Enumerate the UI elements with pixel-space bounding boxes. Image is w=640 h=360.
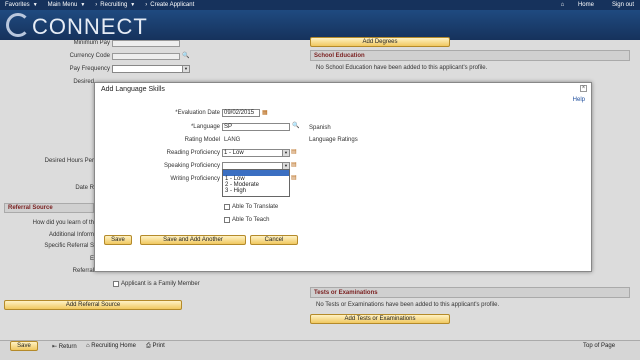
desired-hours-label: Desired Hours Per xyxy=(44,158,94,164)
minimum-pay-label: Minimum Pay xyxy=(73,40,110,46)
chevron-down-icon: ▼ xyxy=(130,2,136,8)
currency-code-input[interactable] xyxy=(112,53,180,60)
print-link[interactable]: ⎙ Print xyxy=(146,343,165,350)
speaking-proficiency-dropdown: 1 - Low 2 - Moderate 3 - High xyxy=(222,169,290,197)
home-icon: ⌂ xyxy=(86,343,90,349)
currency-code-label: Currency Code xyxy=(69,53,110,59)
recruiting-home-link[interactable]: ⌂ Recruiting Home xyxy=(86,343,136,349)
header-banner: CONNECT Maryland Judiciary xyxy=(0,10,640,44)
rating-model-value: LANG xyxy=(224,137,241,143)
no-tests-text: No Tests or Examinations have been added… xyxy=(316,302,500,308)
reading-proficiency-label: Reading Proficiency xyxy=(166,150,220,156)
reading-proficiency-select[interactable]: 1 - Low ▼ xyxy=(222,149,290,157)
tests-header: Tests or Examinations xyxy=(310,287,630,298)
specific-referral-label: Specific Referral S xyxy=(44,243,94,249)
rating-model-label: Rating Model xyxy=(184,137,220,143)
add-referral-source-button[interactable]: Add Referral Source xyxy=(4,300,182,310)
cancel-button[interactable]: Cancel xyxy=(250,235,298,245)
main-menu[interactable]: Main Menu ▼ xyxy=(43,0,91,10)
speaking-proficiency-label: Speaking Proficiency xyxy=(163,163,220,169)
search-icon[interactable]: 🔍 xyxy=(292,122,299,129)
minimum-pay-input[interactable] xyxy=(112,40,180,47)
able-to-translate-label: Able To Translate xyxy=(232,204,279,210)
details-icon[interactable]: ▤ xyxy=(291,148,297,155)
writing-proficiency-label: Writing Proficiency xyxy=(170,176,220,182)
top-of-page-link[interactable]: Top of Page xyxy=(583,343,615,349)
no-school-text: No School Education have been added to t… xyxy=(316,65,488,71)
e-label: E xyxy=(89,256,94,262)
home-icon: ⌂ xyxy=(560,2,565,8)
top-nav-bar: Favorites ▼ Main Menu ▼ › Recruiting ▼ › Crea… xyxy=(0,0,640,10)
referral-source-header: Referral Source xyxy=(4,203,94,213)
help-link[interactable]: Help xyxy=(573,97,585,103)
print-icon: ⎙ xyxy=(146,343,151,349)
details-icon[interactable]: ▤ xyxy=(291,161,297,168)
able-to-teach-label: Able To Teach xyxy=(232,217,270,223)
details-icon[interactable]: ▤ xyxy=(291,174,297,181)
dropdown-option-high[interactable]: 3 - High xyxy=(223,188,289,194)
footer-save-button[interactable]: Save xyxy=(10,341,38,351)
home-link[interactable]: ⌂ Home xyxy=(549,2,606,8)
language-description: Spanish xyxy=(309,125,331,131)
breadcrumb-create-applicant[interactable]: › Create Applicant xyxy=(140,0,199,10)
page-footer: Save ⇤ Return ⌂ Recruiting Home ⎙ Print … xyxy=(0,340,640,360)
family-member-checkbox[interactable] xyxy=(113,281,119,287)
referral-label: Referral xyxy=(72,268,94,274)
dialog-title: Add Language Skills xyxy=(101,86,165,93)
able-to-teach-checkbox[interactable] xyxy=(224,217,230,223)
return-link[interactable]: ⇤ Return xyxy=(52,343,77,350)
family-member-label: Applicant is a Family Member xyxy=(121,281,200,287)
dialog-save-button[interactable]: Save xyxy=(104,235,132,245)
evaluation-date-input[interactable]: 09/02/2015 xyxy=(222,109,260,117)
add-tests-button[interactable]: Add Tests or Examinations xyxy=(310,314,450,324)
chevron-right-icon: › xyxy=(95,2,98,8)
chevron-down-icon: ▼ xyxy=(80,2,86,8)
chevron-down-icon: ▼ xyxy=(282,150,289,156)
search-icon[interactable]: 🔍 xyxy=(182,52,189,59)
additional-info-label: Additional Inform xyxy=(48,232,94,238)
pay-frequency-select[interactable]: ▼ xyxy=(112,65,190,73)
language-label: *Language xyxy=(190,124,220,130)
chevron-down-icon: ▼ xyxy=(32,2,38,8)
rating-model-description: Language Ratings xyxy=(309,137,358,143)
close-icon[interactable]: × xyxy=(580,85,587,92)
return-icon: ⇤ xyxy=(52,344,58,350)
date-label: Date R xyxy=(75,185,94,191)
sign-out-link[interactable]: Sign out xyxy=(606,2,640,8)
chevron-right-icon: › xyxy=(145,2,148,8)
able-to-translate-checkbox[interactable] xyxy=(224,204,230,210)
pay-frequency-label: Pay Frequency xyxy=(69,66,110,72)
how-learn-label: How did you learn of th xyxy=(32,220,94,226)
favorites-menu[interactable]: Favorites ▼ xyxy=(0,0,43,10)
chevron-down-icon: ▼ xyxy=(182,66,189,72)
add-degrees-button[interactable]: Add Degrees xyxy=(310,37,450,47)
logo-text: CONNECT xyxy=(32,14,148,39)
logo-icon xyxy=(6,13,30,37)
language-input[interactable]: SP xyxy=(222,123,290,131)
evaluation-date-label: *Evaluation Date xyxy=(175,110,220,116)
save-and-add-another-button[interactable]: Save and Add Another xyxy=(140,235,246,245)
school-education-header: School Education xyxy=(310,50,630,61)
breadcrumb-recruiting[interactable]: › Recruiting ▼ xyxy=(90,0,140,10)
calendar-icon[interactable]: ▦ xyxy=(262,109,268,116)
desired-label: Desired xyxy=(73,79,94,85)
